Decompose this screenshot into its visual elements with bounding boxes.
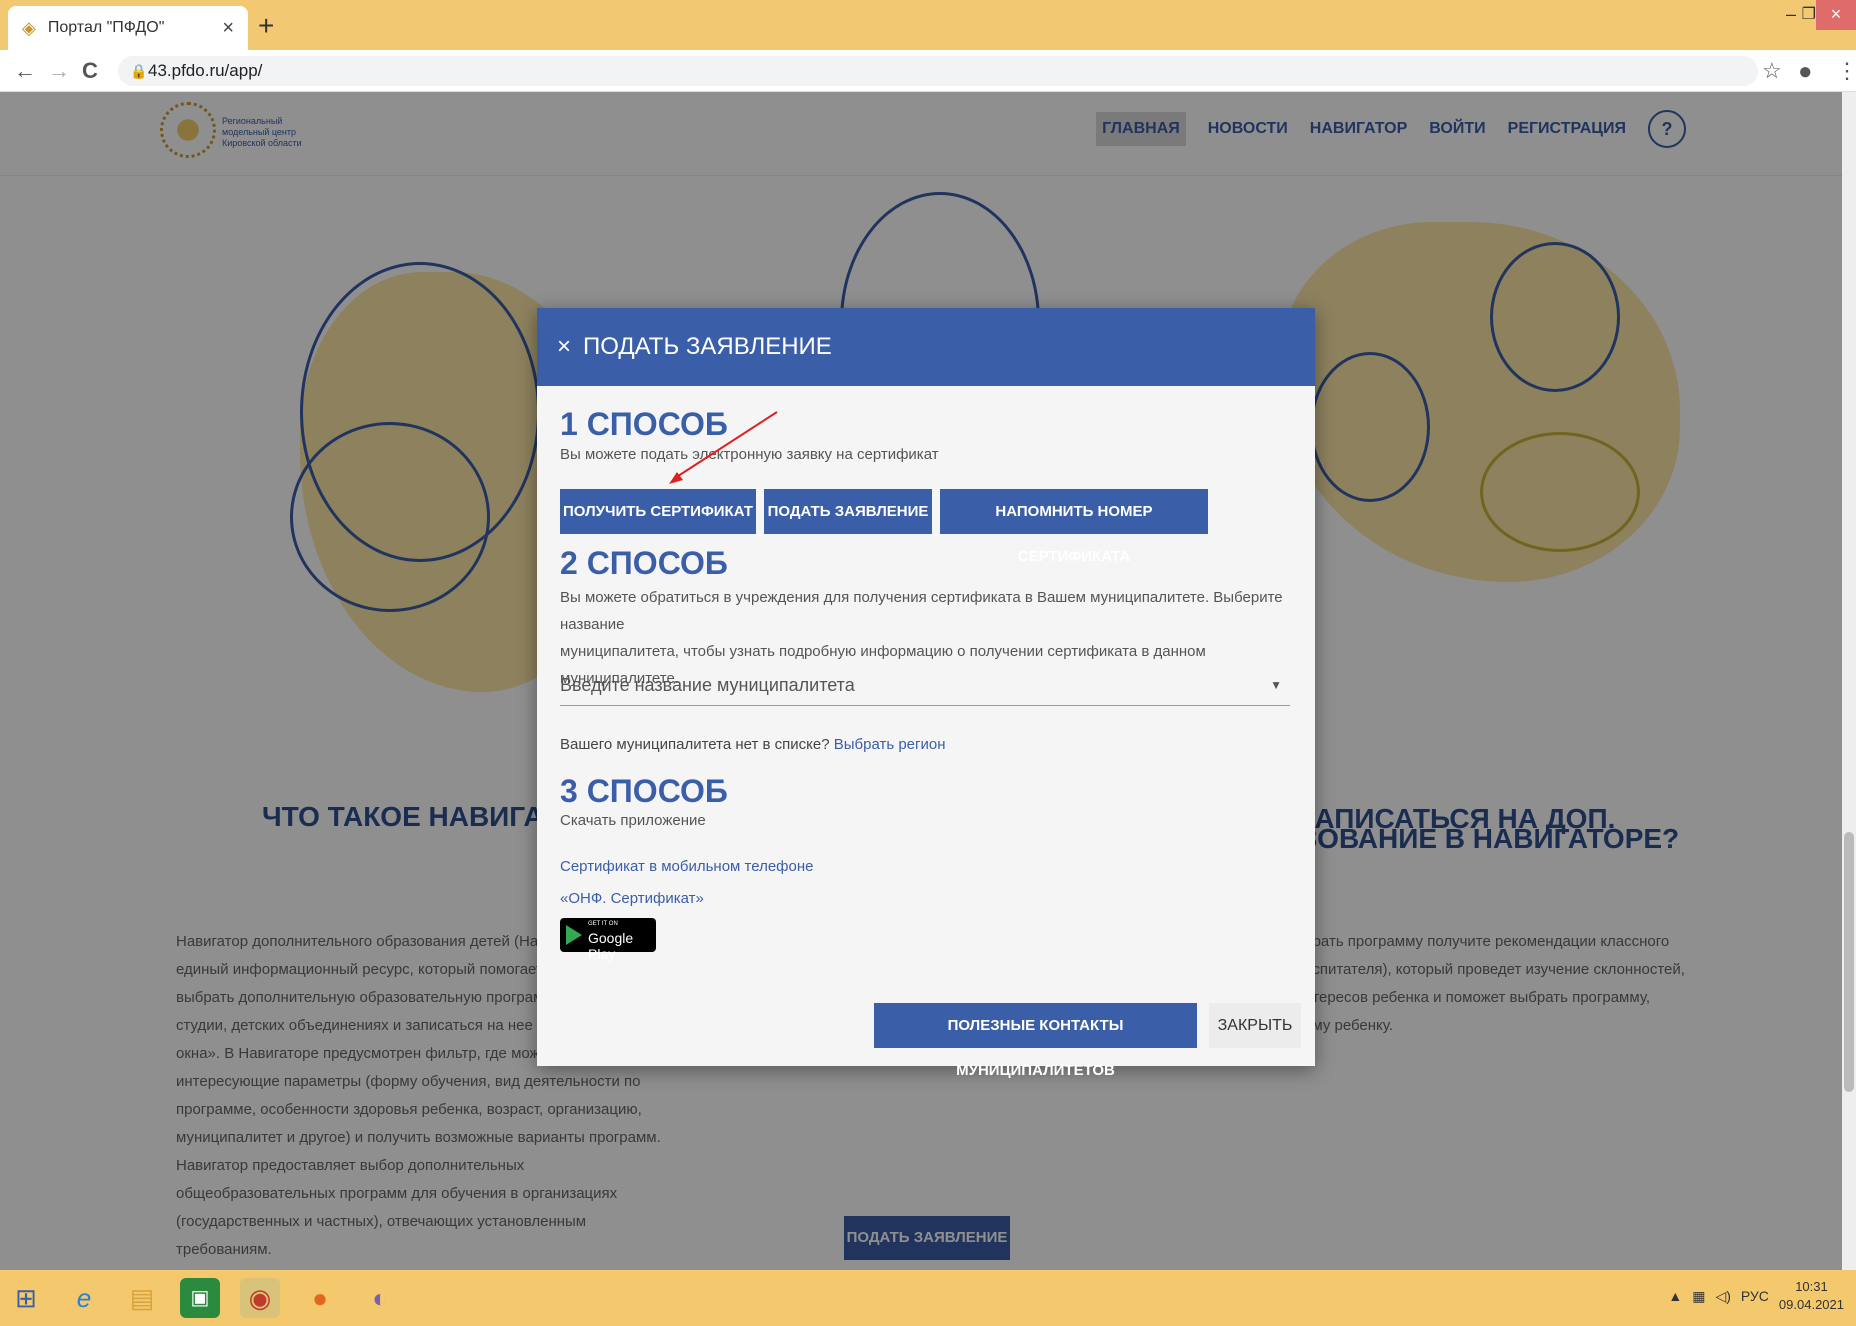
url-field[interactable]: 🔒 43.pfdo.ru/app/ <box>118 56 1758 86</box>
internet-explorer-icon[interactable]: e <box>64 1278 104 1318</box>
tab-title: Портал "ПФДО" <box>47 19 165 36</box>
scrollbar-thumb[interactable] <box>1844 832 1854 1092</box>
bookmark-star-icon[interactable]: ☆ <box>1762 58 1782 84</box>
language-indicator[interactable]: РУС <box>1741 1288 1769 1304</box>
file-explorer-icon[interactable]: ▤ <box>122 1278 162 1318</box>
clock[interactable]: 10:31 09.04.2021 <box>1779 1278 1844 1314</box>
annotation-arrow-icon <box>669 411 778 484</box>
browser-menu-icon[interactable]: ⋮ <box>1836 58 1856 84</box>
maximize-button[interactable]: ❐ <box>1802 4 1816 24</box>
forward-icon[interactable]: → <box>48 58 70 84</box>
tab-close-icon[interactable]: × <box>222 17 234 40</box>
system-tray: ▲ ▦ ◁) РУС 10:31 09.04.2021 <box>1668 1278 1844 1314</box>
network-icon[interactable]: ▦ <box>1692 1288 1705 1305</box>
minimize-button[interactable]: – <box>1786 4 1796 25</box>
profile-icon[interactable]: ● <box>1798 58 1813 86</box>
apply-modal: × ПОДАТЬ ЗАЯВЛЕНИЕ 1 СПОСОБ Вы можете по… <box>537 308 1315 1079</box>
volume-icon[interactable]: ◁) <box>1715 1288 1730 1305</box>
browser-tab[interactable]: ◈ Портал "ПФДО" × <box>8 6 248 50</box>
back-icon[interactable]: ← <box>14 58 36 84</box>
browser-tab-bar: ◈ Портал "ПФДО" × + – ❐ × <box>0 0 1856 50</box>
tray-expand-icon[interactable]: ▲ <box>1668 1288 1682 1304</box>
lock-icon: 🔒 <box>130 63 148 79</box>
windows-taskbar: ⊞ e ▤ ▣ ◉ ● ◐ ▲ ▦ ◁) РУС 10:31 09.04.202… <box>0 1270 1856 1326</box>
chat-app-icon[interactable]: ◐ <box>360 1278 400 1318</box>
store-icon[interactable]: ▣ <box>180 1278 220 1318</box>
site-favicon-icon: ◈ <box>22 17 36 38</box>
window-close-button[interactable]: × <box>1816 0 1856 30</box>
reload-icon[interactable]: C <box>82 58 98 84</box>
firefox-icon[interactable]: ● <box>300 1278 340 1318</box>
address-bar: ← → C 🔒 43.pfdo.ru/app/ ☆ ● ⋮ <box>0 50 1856 92</box>
new-tab-button[interactable]: + <box>258 10 274 42</box>
url-text: 43.pfdo.ru/app/ <box>148 61 263 80</box>
page-scrollbar[interactable] <box>1842 92 1856 1270</box>
windows-start-icon[interactable]: ⊞ <box>6 1278 46 1318</box>
chrome-icon[interactable]: ◉ <box>240 1278 280 1318</box>
